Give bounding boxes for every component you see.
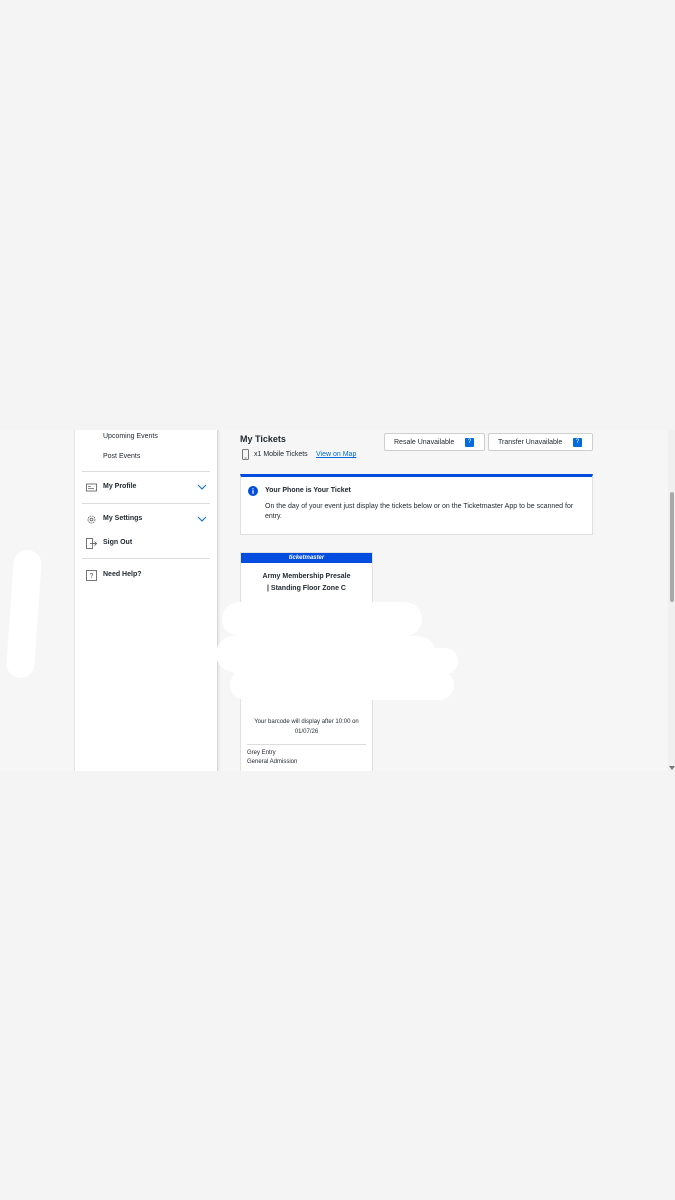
barcode-message: Your barcode will display after 10:00 on… [246, 717, 367, 737]
help-icon: ? [86, 570, 97, 581]
sidebar-divider [82, 558, 210, 559]
ticket-page: Upcoming Events Post Events My Profile M… [0, 430, 675, 771]
resale-button-label: Resale Unavailable [394, 439, 455, 446]
redaction-mark [222, 602, 422, 636]
scrollbar-thumb[interactable] [670, 492, 674, 602]
sidebar-divider [82, 471, 210, 472]
transfer-button-label: Transfer Unavailable [498, 439, 563, 446]
sidebar-item-label: My Settings [103, 515, 143, 522]
scroll-down-arrow-icon[interactable] [669, 766, 675, 770]
barcode-message-line: 01/07/26 [294, 729, 319, 735]
notice-body: On the day of your event just display th… [265, 503, 574, 520]
phone-ticket-notice: Your Phone is Your Ticket On the day of … [240, 474, 593, 535]
barcode-message-line: Your barcode will display after 10:00 on [254, 719, 359, 725]
scrollbar[interactable] [668, 430, 675, 771]
view-on-map-link[interactable]: View on Map [316, 451, 356, 458]
profile-card-icon [86, 483, 97, 492]
sidebar-item-sign-out[interactable]: Sign Out [75, 536, 217, 552]
ticket-name: Army Membership Presale | Standing Floor… [249, 571, 364, 595]
info-icon [248, 486, 258, 496]
transfer-button[interactable]: Transfer Unavailable ? [488, 433, 593, 451]
sidebar-item-upcoming-events[interactable]: Upcoming Events [103, 433, 158, 440]
chevron-down-icon[interactable] [197, 514, 207, 524]
sidebar-item-label: My Profile [103, 483, 137, 490]
sidebar-item-my-settings[interactable]: My Settings [75, 512, 217, 528]
ticket-entry: Grey Entry [247, 750, 276, 756]
account-sidebar: Upcoming Events Post Events My Profile M… [74, 430, 218, 771]
sidebar-divider [82, 503, 210, 504]
ticket-name-line: | Standing Floor Zone C [267, 585, 346, 592]
ticket-name-line: Army Membership Presale [262, 573, 351, 580]
ticketmaster-logo: ticketmaster [241, 553, 372, 563]
redaction-mark [230, 670, 454, 700]
ticket-divider [247, 744, 366, 745]
notice-heading: Your Phone is Your Ticket [265, 487, 351, 494]
mobile-ticket-count: x1 Mobile Tickets [254, 451, 308, 458]
sidebar-item-need-help[interactable]: ? Need Help? [75, 568, 217, 584]
question-icon[interactable]: ? [573, 438, 582, 447]
sidebar-item-label: Need Help? [103, 571, 142, 578]
gear-icon [87, 515, 96, 524]
ticket-admission: General Admission [247, 759, 298, 765]
sidebar-item-post-events[interactable]: Post Events [103, 453, 140, 460]
svg-text:?: ? [90, 573, 94, 580]
resale-button[interactable]: Resale Unavailable ? [384, 433, 485, 451]
page-title: My Tickets [240, 434, 286, 444]
sidebar-item-label: Sign Out [103, 539, 133, 546]
mobile-phone-icon [242, 449, 249, 460]
question-icon[interactable]: ? [465, 438, 474, 447]
sign-out-icon [86, 538, 97, 549]
chevron-down-icon[interactable] [197, 482, 207, 492]
sidebar-item-my-profile[interactable]: My Profile [75, 480, 217, 496]
